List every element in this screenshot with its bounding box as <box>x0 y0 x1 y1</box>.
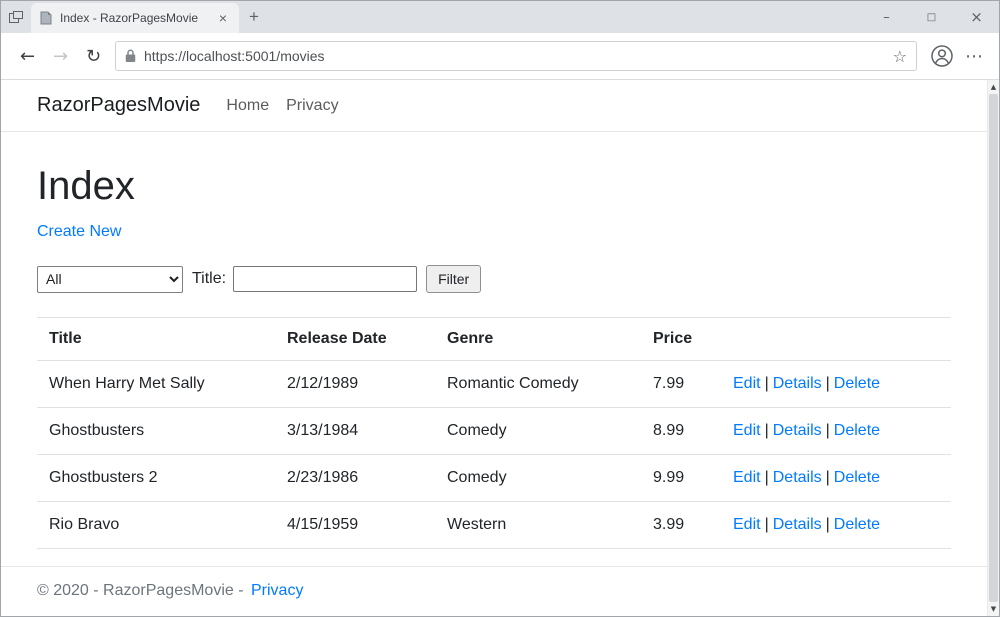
nav-link-home[interactable]: Home <box>226 97 269 115</box>
web-page: RazorPagesMovie Home Privacy Index Creat… <box>1 80 987 616</box>
cell-price: 8.99 <box>641 408 721 455</box>
minimize-button[interactable]: – <box>864 1 909 33</box>
filter-form: All Title: Filter <box>37 265 951 293</box>
cell-title: Ghostbusters 2 <box>37 455 275 502</box>
scrollbar-thumb[interactable] <box>989 94 998 602</box>
cell-release-date: 4/15/1959 <box>275 502 435 549</box>
action-separator: | <box>765 469 769 486</box>
menu-dots-icon[interactable]: ⋯ <box>959 46 989 67</box>
site-footer: © 2020 - RazorPagesMovie - Privacy <box>1 566 987 616</box>
scroll-down-icon[interactable]: ▼ <box>988 602 999 616</box>
filter-button[interactable]: Filter <box>426 265 481 293</box>
table-row: Rio Bravo 4/15/1959 Western 3.99 Edit|De… <box>37 502 951 549</box>
navbar-brand[interactable]: RazorPagesMovie <box>37 94 200 117</box>
details-link[interactable]: Details <box>773 375 822 392</box>
edit-link[interactable]: Edit <box>733 422 761 439</box>
title-label: Title: <box>192 270 226 288</box>
movies-table: Title Release Date Genre Price When Harr… <box>37 317 951 549</box>
tab-title: Index - RazorPagesMovie <box>60 11 208 25</box>
tab-bar: Index - RazorPagesMovie × + – □ × <box>1 1 999 33</box>
action-separator: | <box>826 516 830 533</box>
details-link[interactable]: Details <box>773 422 822 439</box>
url-text[interactable]: https://localhost:5001/movies <box>144 48 893 64</box>
refresh-icon[interactable]: ↻ <box>77 46 110 67</box>
scroll-up-icon[interactable]: ▲ <box>988 80 999 94</box>
cell-genre: Romantic Comedy <box>435 361 641 408</box>
cell-release-date: 2/12/1989 <box>275 361 435 408</box>
window-controls: – □ × <box>864 1 999 33</box>
action-separator: | <box>826 422 830 439</box>
cell-actions: Edit|Details|Delete <box>721 361 951 408</box>
page-viewport: RazorPagesMovie Home Privacy Index Creat… <box>1 80 999 616</box>
cell-title: When Harry Met Sally <box>37 361 275 408</box>
create-new-link[interactable]: Create New <box>37 223 121 240</box>
cell-genre: Comedy <box>435 455 641 502</box>
table-row: Ghostbusters 3/13/1984 Comedy 8.99 Edit|… <box>37 408 951 455</box>
edit-link[interactable]: Edit <box>733 375 761 392</box>
main-content: Index Create New All Title: Filter Title <box>1 132 987 566</box>
table-header-row: Title Release Date Genre Price <box>37 318 951 361</box>
col-header-actions <box>721 318 951 361</box>
col-header-release-date: Release Date <box>275 318 435 361</box>
delete-link[interactable]: Delete <box>834 516 880 533</box>
footer-text: © 2020 - RazorPagesMovie - <box>37 582 244 599</box>
title-filter-input[interactable] <box>233 266 417 292</box>
cell-actions: Edit|Details|Delete <box>721 408 951 455</box>
action-separator: | <box>826 469 830 486</box>
tab-layout-icon[interactable] <box>1 1 31 33</box>
edit-link[interactable]: Edit <box>733 469 761 486</box>
edit-link[interactable]: Edit <box>733 516 761 533</box>
vertical-scrollbar[interactable]: ▲ ▼ <box>987 80 999 616</box>
back-icon[interactable]: ← <box>11 46 44 67</box>
profile-icon[interactable] <box>925 44 959 68</box>
action-separator: | <box>765 375 769 392</box>
delete-link[interactable]: Delete <box>834 469 880 486</box>
browser-window: Index - RazorPagesMovie × + – □ × ← → ↻ … <box>0 0 1000 617</box>
site-navbar: RazorPagesMovie Home Privacy <box>1 80 987 132</box>
cell-title: Ghostbusters <box>37 408 275 455</box>
cell-release-date: 2/23/1986 <box>275 455 435 502</box>
forward-icon[interactable]: → <box>44 46 77 67</box>
browser-toolbar: ← → ↻ https://localhost:5001/movies ☆ ⋯ <box>1 33 999 80</box>
nav-link-privacy[interactable]: Privacy <box>286 97 338 115</box>
site-info-icon[interactable] <box>125 49 136 63</box>
cell-genre: Western <box>435 502 641 549</box>
delete-link[interactable]: Delete <box>834 375 880 392</box>
cell-price: 3.99 <box>641 502 721 549</box>
col-header-title: Title <box>37 318 275 361</box>
favorite-star-icon[interactable]: ☆ <box>893 47 907 66</box>
table-row: When Harry Met Sally 2/12/1989 Romantic … <box>37 361 951 408</box>
action-separator: | <box>765 516 769 533</box>
browser-tab[interactable]: Index - RazorPagesMovie × <box>31 3 239 33</box>
delete-link[interactable]: Delete <box>834 422 880 439</box>
maximize-button[interactable]: □ <box>909 1 954 33</box>
address-bar[interactable]: https://localhost:5001/movies ☆ <box>115 41 917 71</box>
cell-release-date: 3/13/1984 <box>275 408 435 455</box>
cell-actions: Edit|Details|Delete <box>721 502 951 549</box>
page-title: Index <box>37 164 951 209</box>
details-link[interactable]: Details <box>773 516 822 533</box>
table-row: Ghostbusters 2 2/23/1986 Comedy 9.99 Edi… <box>37 455 951 502</box>
tabs-icon <box>9 11 23 23</box>
cell-price: 9.99 <box>641 455 721 502</box>
col-header-genre: Genre <box>435 318 641 361</box>
tab-close-icon[interactable]: × <box>215 10 231 26</box>
col-header-price: Price <box>641 318 721 361</box>
cell-title: Rio Bravo <box>37 502 275 549</box>
cell-price: 7.99 <box>641 361 721 408</box>
genre-select[interactable]: All <box>37 266 183 293</box>
close-window-button[interactable]: × <box>954 1 999 33</box>
cell-actions: Edit|Details|Delete <box>721 455 951 502</box>
new-tab-button[interactable]: + <box>239 1 269 33</box>
tab-favicon-icon <box>39 11 53 25</box>
cell-genre: Comedy <box>435 408 641 455</box>
footer-privacy-link[interactable]: Privacy <box>251 582 303 599</box>
details-link[interactable]: Details <box>773 469 822 486</box>
action-separator: | <box>765 422 769 439</box>
action-separator: | <box>826 375 830 392</box>
